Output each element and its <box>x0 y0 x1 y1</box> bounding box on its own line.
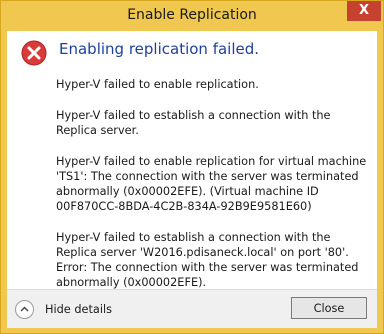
error-messages: Hyper-V failed to enable replication. Hy… <box>56 77 368 306</box>
error-message: Hyper-V failed to establish a connection… <box>56 109 331 137</box>
dialog-footer: Hide details Close <box>7 289 377 328</box>
error-message: Hyper-V failed to establish a connection… <box>56 231 359 289</box>
chevron-up-icon[interactable] <box>15 299 34 319</box>
window-title: Enable Replication <box>127 7 257 23</box>
close-button[interactable]: Close <box>291 297 367 319</box>
error-heading: Enabling replication failed. <box>59 40 260 58</box>
error-icon <box>21 40 47 66</box>
error-message: Hyper-V failed to enable replication. <box>56 78 259 91</box>
error-message: Hyper-V failed to enable replication for… <box>56 155 367 213</box>
close-icon: X <box>358 3 370 18</box>
dialog-content: Enabling replication failed. Hyper-V fai… <box>7 31 377 328</box>
window-close-button[interactable]: X <box>347 1 381 21</box>
hide-details-label: Hide details <box>45 302 112 316</box>
hide-details-toggle[interactable]: Hide details <box>15 299 112 319</box>
title-bar[interactable]: Enable Replication X <box>1 1 383 31</box>
dialog-window: Enable Replication X Enabling replicatio… <box>0 0 384 334</box>
